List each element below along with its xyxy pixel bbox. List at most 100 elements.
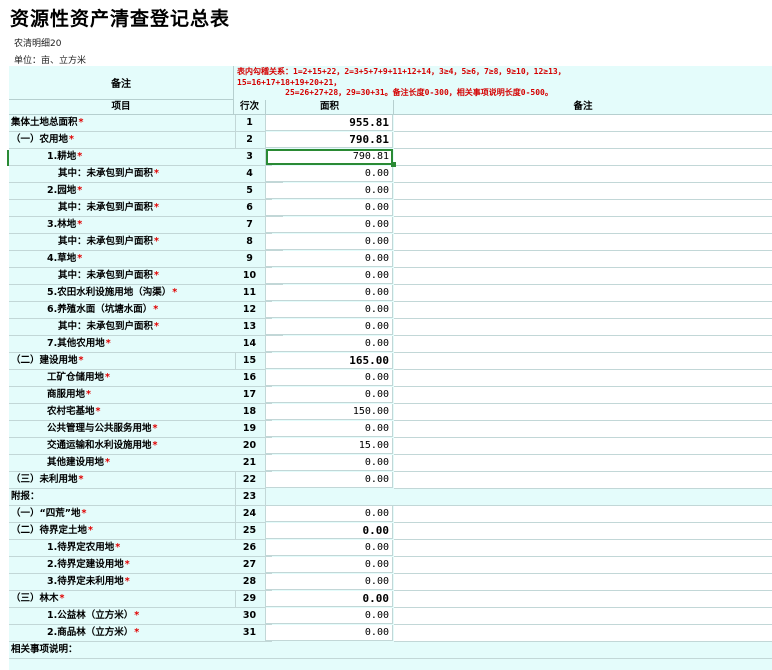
area-input[interactable]: 790.81 [266, 149, 393, 165]
row-label: （三）林木* [9, 591, 236, 608]
row-line-number: 5 [234, 183, 266, 200]
remark-input[interactable] [394, 438, 772, 455]
area-input[interactable]: 0.00 [266, 472, 393, 488]
remark-input[interactable] [394, 319, 772, 336]
area-input[interactable]: 0.00 [266, 540, 393, 556]
remark-input[interactable] [394, 268, 772, 285]
required-marker: * [59, 593, 65, 604]
area-input[interactable]: 0.00 [266, 285, 393, 301]
area-input[interactable]: 790.81 [266, 132, 393, 148]
remark-input[interactable] [394, 540, 772, 557]
remark-input[interactable] [394, 285, 772, 302]
remark-input[interactable] [394, 608, 772, 625]
area-input[interactable]: 0.00 [266, 234, 393, 250]
row-line-number: 16 [234, 370, 266, 387]
remark-input[interactable] [394, 200, 772, 217]
area-input[interactable]: 0.00 [266, 166, 393, 182]
required-marker: * [124, 559, 130, 570]
remark-input[interactable] [394, 132, 772, 149]
remark-input[interactable] [394, 557, 772, 574]
area-input[interactable]: 0.00 [266, 455, 393, 471]
remark-input[interactable] [394, 217, 772, 234]
row-label-text: 农村宅基地 [47, 406, 95, 417]
required-marker: * [105, 457, 110, 468]
required-marker: * [154, 236, 159, 247]
table-row: 商服用地* 17 0.00 [9, 387, 772, 404]
row-label: 5.农田水利设施用地（沟渠）* [9, 285, 272, 302]
validation-rule-line-1: 表内勾稽关系：1=2+15+22，2=3+5+7+9+11+12+14，3≥4，… [237, 67, 566, 76]
area-input[interactable]: 0.00 [266, 574, 393, 590]
remark-input[interactable] [394, 166, 772, 183]
area-input[interactable]: 0.00 [266, 336, 393, 352]
area-input[interactable]: 0.00 [266, 625, 393, 641]
row-line-number: 29 [234, 591, 266, 608]
table-row: 1.待界定农用地* 26 0.00 [9, 540, 772, 557]
remark-input[interactable] [394, 251, 772, 268]
remark-input[interactable] [394, 523, 772, 540]
remark-input[interactable] [394, 404, 772, 421]
required-marker: * [81, 508, 87, 519]
remark-input[interactable] [394, 421, 772, 438]
area-input[interactable]: 0.00 [266, 200, 393, 216]
remark-input[interactable] [394, 353, 772, 370]
table-row: 其中：未承包到户面积* 13 0.00 [9, 319, 772, 336]
area-input[interactable]: 0.00 [266, 302, 393, 318]
row-line-number: 22 [234, 472, 266, 489]
related-notes-label: 相关事项说明： [9, 642, 772, 659]
area-input[interactable]: 0.00 [266, 251, 393, 267]
remark-input[interactable] [394, 302, 772, 319]
remark-input[interactable] [394, 387, 772, 404]
required-marker: * [88, 525, 93, 536]
remark-input[interactable] [394, 149, 772, 166]
remark-input[interactable] [394, 472, 772, 489]
remark-input[interactable] [394, 336, 772, 353]
area-input[interactable]: 955.81 [266, 115, 393, 131]
remark-input[interactable] [394, 455, 772, 472]
required-marker: * [152, 423, 158, 434]
area-input[interactable]: 0.00 [266, 268, 393, 284]
area-input[interactable]: 15.00 [266, 438, 393, 454]
area-input[interactable]: 150.00 [266, 404, 393, 420]
row-label-text: 1.耕地 [47, 151, 77, 162]
table-row: （二）建设用地* 15 165.00 [9, 353, 772, 370]
remark-input[interactable] [394, 115, 772, 132]
remark-input[interactable] [394, 234, 772, 251]
required-marker: * [105, 372, 110, 383]
area-input[interactable]: 0.00 [266, 608, 393, 624]
area-input[interactable]: 0.00 [266, 183, 393, 199]
area-input[interactable]: 0.00 [266, 217, 393, 233]
area-input[interactable]: 0.00 [266, 421, 393, 437]
row-line-number: 27 [234, 557, 266, 574]
row-label: 3.林地* [9, 217, 272, 234]
row-label-text: 工矿仓储用地 [47, 372, 105, 383]
row-label-text: 商服用地 [47, 389, 86, 400]
area-input[interactable]: 0.00 [266, 370, 393, 386]
table-row: （三）林木* 29 0.00 [9, 591, 772, 608]
row-line-number: 17 [234, 387, 266, 404]
remark-input[interactable] [394, 183, 772, 200]
area-input[interactable]: 0.00 [266, 319, 393, 335]
area-input[interactable]: 0.00 [266, 557, 393, 573]
row-label-text: 2.园地 [47, 185, 77, 196]
remark-input[interactable] [394, 591, 772, 608]
remark-input[interactable] [394, 625, 772, 642]
table-row: 2.园地* 5 0.00 [9, 183, 772, 200]
row-label-text: 其他建设用地 [47, 457, 105, 468]
area-input[interactable]: 165.00 [266, 353, 393, 369]
row-label-text: 3.待界定未利用地 [47, 576, 124, 587]
remark-input[interactable] [394, 506, 772, 523]
area-input[interactable]: 0.00 [266, 506, 393, 522]
table-row: （三）未利用地* 22 0.00 [9, 472, 772, 489]
area-input[interactable]: 0.00 [266, 523, 393, 539]
row-label-text: 交通运输和水利设施用地 [47, 440, 152, 451]
remark-input[interactable] [394, 574, 772, 591]
row-label-text: 2.商品林（立方米） [47, 627, 134, 638]
area-input[interactable]: 0.00 [266, 591, 393, 607]
row-label: 公共管理与公共服务用地* [9, 421, 272, 438]
table-row: （一）“四荒”地* 24 0.00 [9, 506, 772, 523]
remark-input[interactable] [394, 370, 772, 387]
fill-handle[interactable] [391, 162, 396, 167]
row-line-number: 10 [234, 268, 266, 285]
validation-rules-note: 表内勾稽关系：1=2+15+22，2=3+5+7+9+11+12+14，3≥4，… [237, 67, 767, 99]
area-input[interactable]: 0.00 [266, 387, 393, 403]
